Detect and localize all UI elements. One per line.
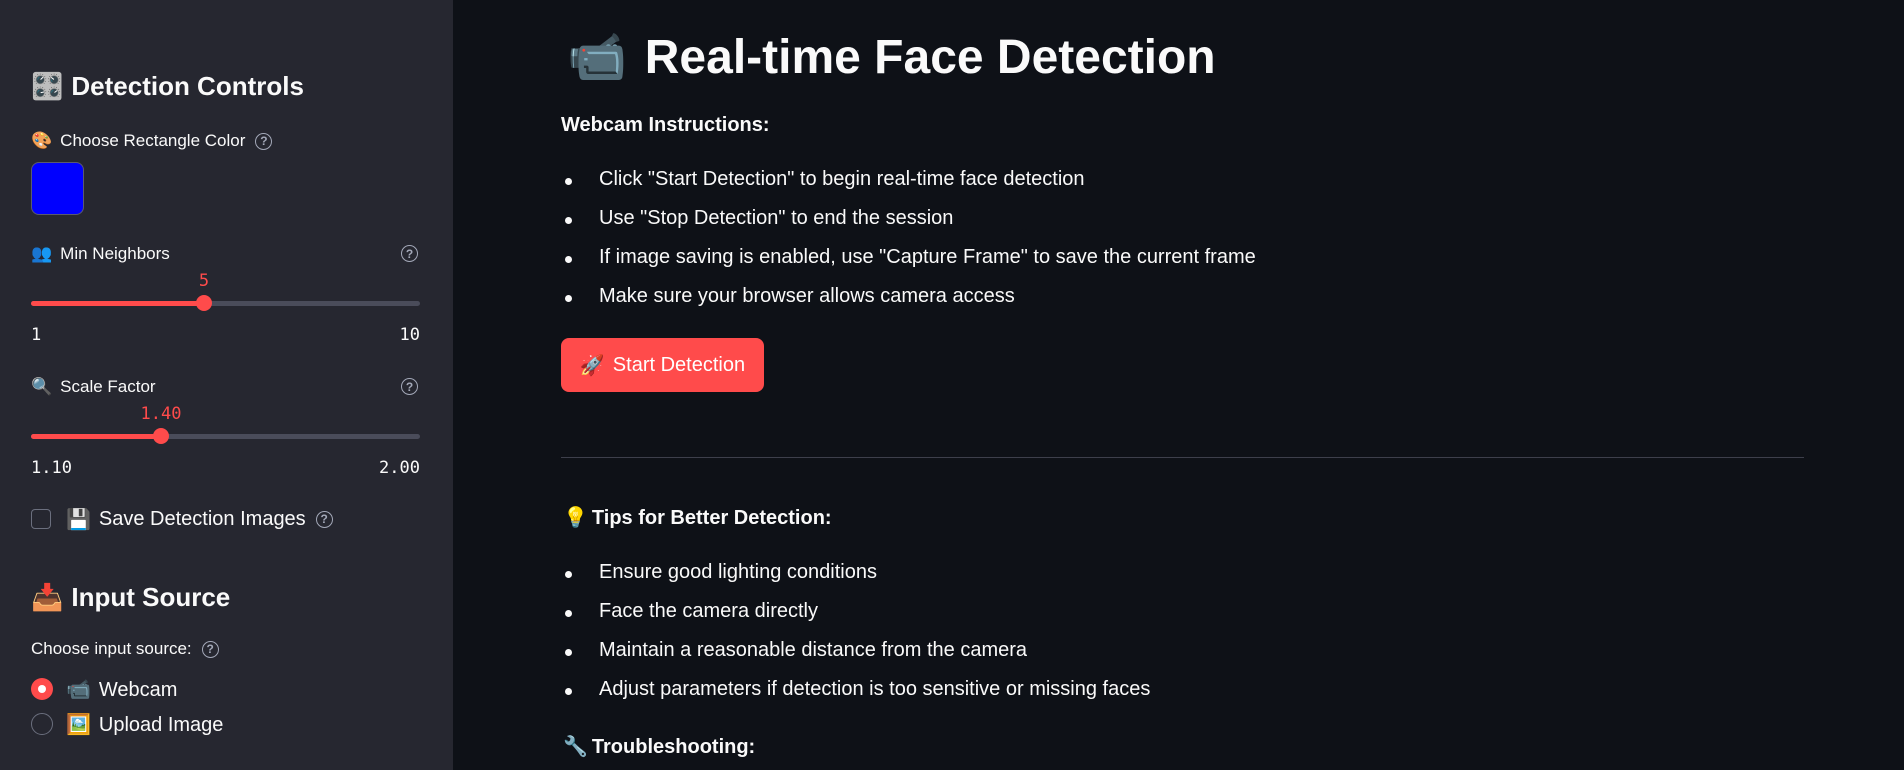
min-neighbors-slider[interactable] — [31, 295, 420, 311]
color-picker-swatch[interactable] — [31, 162, 84, 215]
bullet — [565, 688, 572, 695]
input-source-label: Choose input source: ? — [31, 639, 219, 659]
page-title-text: Real-time Face Detection — [644, 31, 1216, 84]
min-neighbors-max: 10 — [399, 325, 420, 345]
control-knobs-icon: 🎛️ — [31, 72, 64, 102]
instruction-item: Click "Start Detection" to begin real-ti… — [599, 168, 1085, 190]
people-icon: 👥 — [31, 244, 53, 264]
bullet — [565, 610, 572, 617]
page-title: 📹 Real-time Face Detection — [567, 28, 1216, 85]
scale-factor-label: 🔍 Scale Factor — [31, 377, 156, 397]
scale-factor-slider[interactable] — [31, 428, 420, 444]
bullet — [565, 571, 572, 578]
start-detection-label: Start Detection — [612, 353, 746, 376]
magnifier-icon: 🔍 — [31, 377, 53, 397]
video-camera-icon: 📹 — [567, 29, 627, 85]
input-source-heading-text: Input Source — [71, 582, 231, 612]
radio-webcam-label[interactable]: 📹 Webcam — [66, 677, 177, 702]
bullet — [565, 178, 572, 185]
slider-thumb[interactable] — [196, 295, 212, 311]
save-images-label-text: Save Detection Images — [98, 507, 306, 530]
start-detection-button[interactable]: 🚀 Start Detection — [561, 338, 764, 392]
instruction-item: If image saving is enabled, use "Capture… — [599, 246, 1256, 268]
floppy-disk-icon: 💾 — [66, 507, 91, 531]
radio-webcam-text: Webcam — [98, 679, 178, 701]
instruction-item: Use "Stop Detection" to end the session — [599, 207, 954, 229]
bullet — [565, 217, 572, 224]
radio-upload-image[interactable] — [31, 713, 53, 735]
help-icon[interactable]: ? — [315, 510, 333, 528]
help-icon[interactable]: ? — [401, 245, 418, 262]
detection-controls-heading: 🎛️ Detection Controls — [31, 71, 304, 102]
min-neighbors-min: 1 — [31, 325, 42, 345]
tip-item: Ensure good lighting conditions — [599, 561, 877, 583]
divider — [561, 457, 1804, 458]
slider-fill — [31, 301, 204, 306]
scale-factor-value: 1.40 — [140, 404, 182, 424]
help-icon[interactable]: ? — [401, 378, 418, 395]
help-icon[interactable]: ? — [255, 132, 273, 150]
bullet — [565, 649, 572, 656]
radio-upload-image-label[interactable]: 🖼️ Upload Image — [66, 712, 223, 737]
color-picker-label-text: Choose Rectangle Color — [60, 131, 246, 150]
min-neighbors-label: 👥 Min Neighbors — [31, 244, 170, 264]
radio-webcam[interactable] — [31, 678, 53, 700]
sidebar: 🎛️ Detection Controls 🎨 Choose Rectangle C… — [0, 0, 453, 770]
webcam-instructions-heading: Webcam Instructions: — [561, 114, 770, 136]
slider-thumb[interactable] — [153, 428, 169, 444]
troubleshooting-heading-text: Troubleshooting: — [591, 736, 756, 758]
help-icon[interactable]: ? — [201, 640, 219, 658]
video-camera-icon: 📹 — [66, 677, 91, 701]
save-images-checkbox[interactable] — [31, 509, 51, 529]
instruction-item: Make sure your browser allows camera acc… — [599, 285, 1015, 307]
tip-item: Maintain a reasonable distance from the … — [599, 639, 1028, 661]
min-neighbors-value: 5 — [198, 271, 210, 291]
detection-controls-text: Detection Controls — [71, 71, 304, 101]
radio-upload-image-text: Upload Image — [98, 714, 224, 736]
wrench-icon: 🔧 — [563, 734, 588, 758]
troubleshooting-heading: 🔧 Troubleshooting: — [563, 734, 755, 759]
tip-item: Adjust parameters if detection is too se… — [599, 678, 1151, 700]
color-picker-label: 🎨 Choose Rectangle Color ? — [31, 131, 273, 151]
tip-item: Face the camera directly — [599, 600, 818, 622]
framed-picture-icon: 🖼️ — [66, 712, 91, 736]
light-bulb-icon: 💡 — [563, 505, 588, 529]
tips-heading-text: Tips for Better Detection: — [591, 507, 832, 529]
min-neighbors-label-text: Min Neighbors — [60, 244, 170, 263]
inbox-tray-icon: 📥 — [31, 583, 64, 613]
palette-icon: 🎨 — [31, 131, 53, 151]
input-source-label-text: Choose input source: — [31, 639, 192, 658]
bullet — [565, 295, 572, 302]
scale-factor-label-text: Scale Factor — [60, 377, 156, 396]
rocket-icon: 🚀 — [579, 353, 605, 377]
save-images-label: 💾 Save Detection Images ? — [66, 507, 333, 531]
input-source-heading: 📥 Input Source — [31, 582, 230, 613]
scale-factor-max: 2.00 — [379, 458, 420, 478]
slider-fill — [31, 434, 161, 439]
tips-heading: 💡 Tips for Better Detection: — [563, 505, 832, 530]
bullet — [565, 256, 572, 263]
scale-factor-min: 1.10 — [31, 458, 72, 478]
